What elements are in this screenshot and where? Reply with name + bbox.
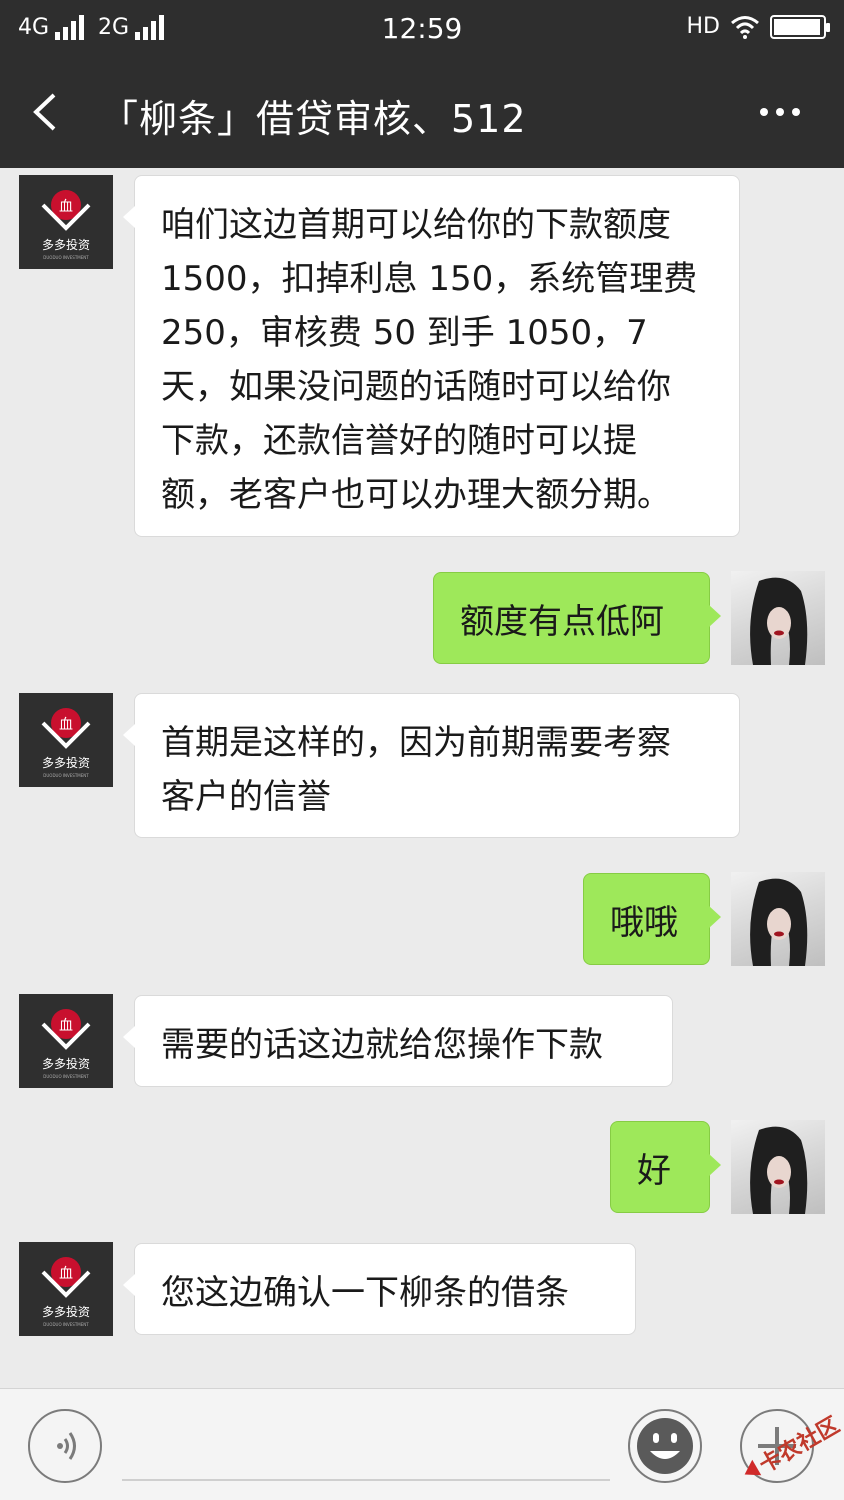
- user-avatar[interactable]: [731, 571, 825, 665]
- message-bubble[interactable]: 哦哦: [583, 873, 721, 965]
- message-line: 1500，扣掉利息 150，系统管理费: [161, 259, 698, 299]
- message-line: 天，如果没问题的话随时可以给你: [161, 367, 671, 407]
- emoji-icon: [637, 1418, 693, 1474]
- svg-text:多多投资: 多多投资: [42, 1304, 90, 1319]
- message-bubble[interactable]: 好: [610, 1121, 721, 1213]
- company-avatar[interactable]: 血 多多投资 DUODUO INVESTMENT: [19, 1242, 113, 1336]
- watermark: 卡农社区: [734, 1391, 844, 1500]
- svg-text:多多投资: 多多投资: [42, 237, 90, 252]
- message-bubble[interactable]: 需要的话这边就给您操作下款: [123, 995, 673, 1087]
- svg-text:血: 血: [59, 717, 73, 733]
- message-line: 首期是这样的，因为前期需要考察: [161, 723, 671, 763]
- message-bubble[interactable]: 额度有点低阿: [433, 572, 721, 664]
- svg-text:血: 血: [59, 1018, 73, 1034]
- svg-text:DUODUO INVESTMENT: DUODUO INVESTMENT: [43, 1322, 89, 1327]
- chevron-left-icon[interactable]: [30, 92, 60, 132]
- battery-icon: [770, 14, 830, 39]
- duoduo-logo: 血 多多投资 DUODUO INVESTMENT: [41, 1009, 91, 1079]
- message-line: 额，老客户也可以办理大额分期。: [161, 475, 671, 515]
- user-photo: [750, 1126, 808, 1214]
- message-line: 客户的信誉: [161, 777, 331, 817]
- input-bar: 卡农社区: [0, 1388, 844, 1500]
- duoduo-logo: 血 多多投资 DUODUO INVESTMENT: [41, 1257, 91, 1327]
- svg-text:DUODUO INVESTMENT: DUODUO INVESTMENT: [43, 1074, 89, 1079]
- duoduo-logo: 血 多多投资 DUODUO INVESTMENT: [41, 708, 91, 778]
- message-bubble[interactable]: 咱们这边首期可以给你的下款额度 1500，扣掉利息 150，系统管理费 250，…: [123, 175, 740, 537]
- message-line: 好: [637, 1151, 671, 1191]
- voice-button[interactable]: [28, 1409, 102, 1483]
- status-bar: 4G 2G 12:59 HD: [0, 0, 844, 58]
- company-avatar[interactable]: 血 多多投资 DUODUO INVESTMENT: [19, 175, 113, 269]
- more-dots-icon[interactable]: [760, 108, 800, 116]
- message-line: 250，审核费 50 到手 1050，7: [161, 313, 648, 353]
- system-status: HD: [686, 14, 830, 39]
- chat-header: 「柳条」借贷审核、512: [0, 58, 844, 168]
- chat-title: 「柳条」借贷审核、512: [100, 97, 527, 141]
- hd-label: HD: [686, 14, 720, 39]
- message-line: 哦哦: [610, 903, 678, 943]
- user-avatar[interactable]: [731, 872, 825, 966]
- duoduo-logo: 血 多多投资 DUODUO INVESTMENT: [41, 190, 91, 260]
- voice-icon: [57, 1432, 76, 1460]
- message-bubble[interactable]: 首期是这样的，因为前期需要考察 客户的信誉: [123, 693, 740, 838]
- message-line: 咱们这边首期可以给你的下款额度: [161, 205, 671, 245]
- svg-text:血: 血: [59, 199, 73, 215]
- wifi-icon: [731, 15, 759, 39]
- message-line: 您这边确认一下柳条的借条: [161, 1273, 569, 1313]
- svg-text:多多投资: 多多投资: [42, 755, 90, 770]
- message-input[interactable]: [122, 1479, 610, 1481]
- message-line: 需要的话这边就给您操作下款: [161, 1025, 603, 1065]
- company-avatar[interactable]: 血 多多投资 DUODUO INVESTMENT: [19, 994, 113, 1088]
- svg-text:血: 血: [59, 1266, 73, 1282]
- message-line: 额度有点低阿: [460, 602, 664, 642]
- user-avatar[interactable]: [731, 1120, 825, 1214]
- svg-text:多多投资: 多多投资: [42, 1056, 90, 1071]
- user-photo: [750, 878, 808, 966]
- message-line: 下款，还款信誉好的随时可以提: [161, 421, 637, 461]
- svg-text:DUODUO INVESTMENT: DUODUO INVESTMENT: [43, 773, 89, 778]
- company-avatar[interactable]: 血 多多投资 DUODUO INVESTMENT: [19, 693, 113, 787]
- message-bubble[interactable]: 您这边确认一下柳条的借条: [123, 1243, 636, 1335]
- user-photo: [750, 577, 808, 665]
- svg-text:DUODUO INVESTMENT: DUODUO INVESTMENT: [43, 255, 89, 260]
- emoji-button[interactable]: [628, 1409, 702, 1483]
